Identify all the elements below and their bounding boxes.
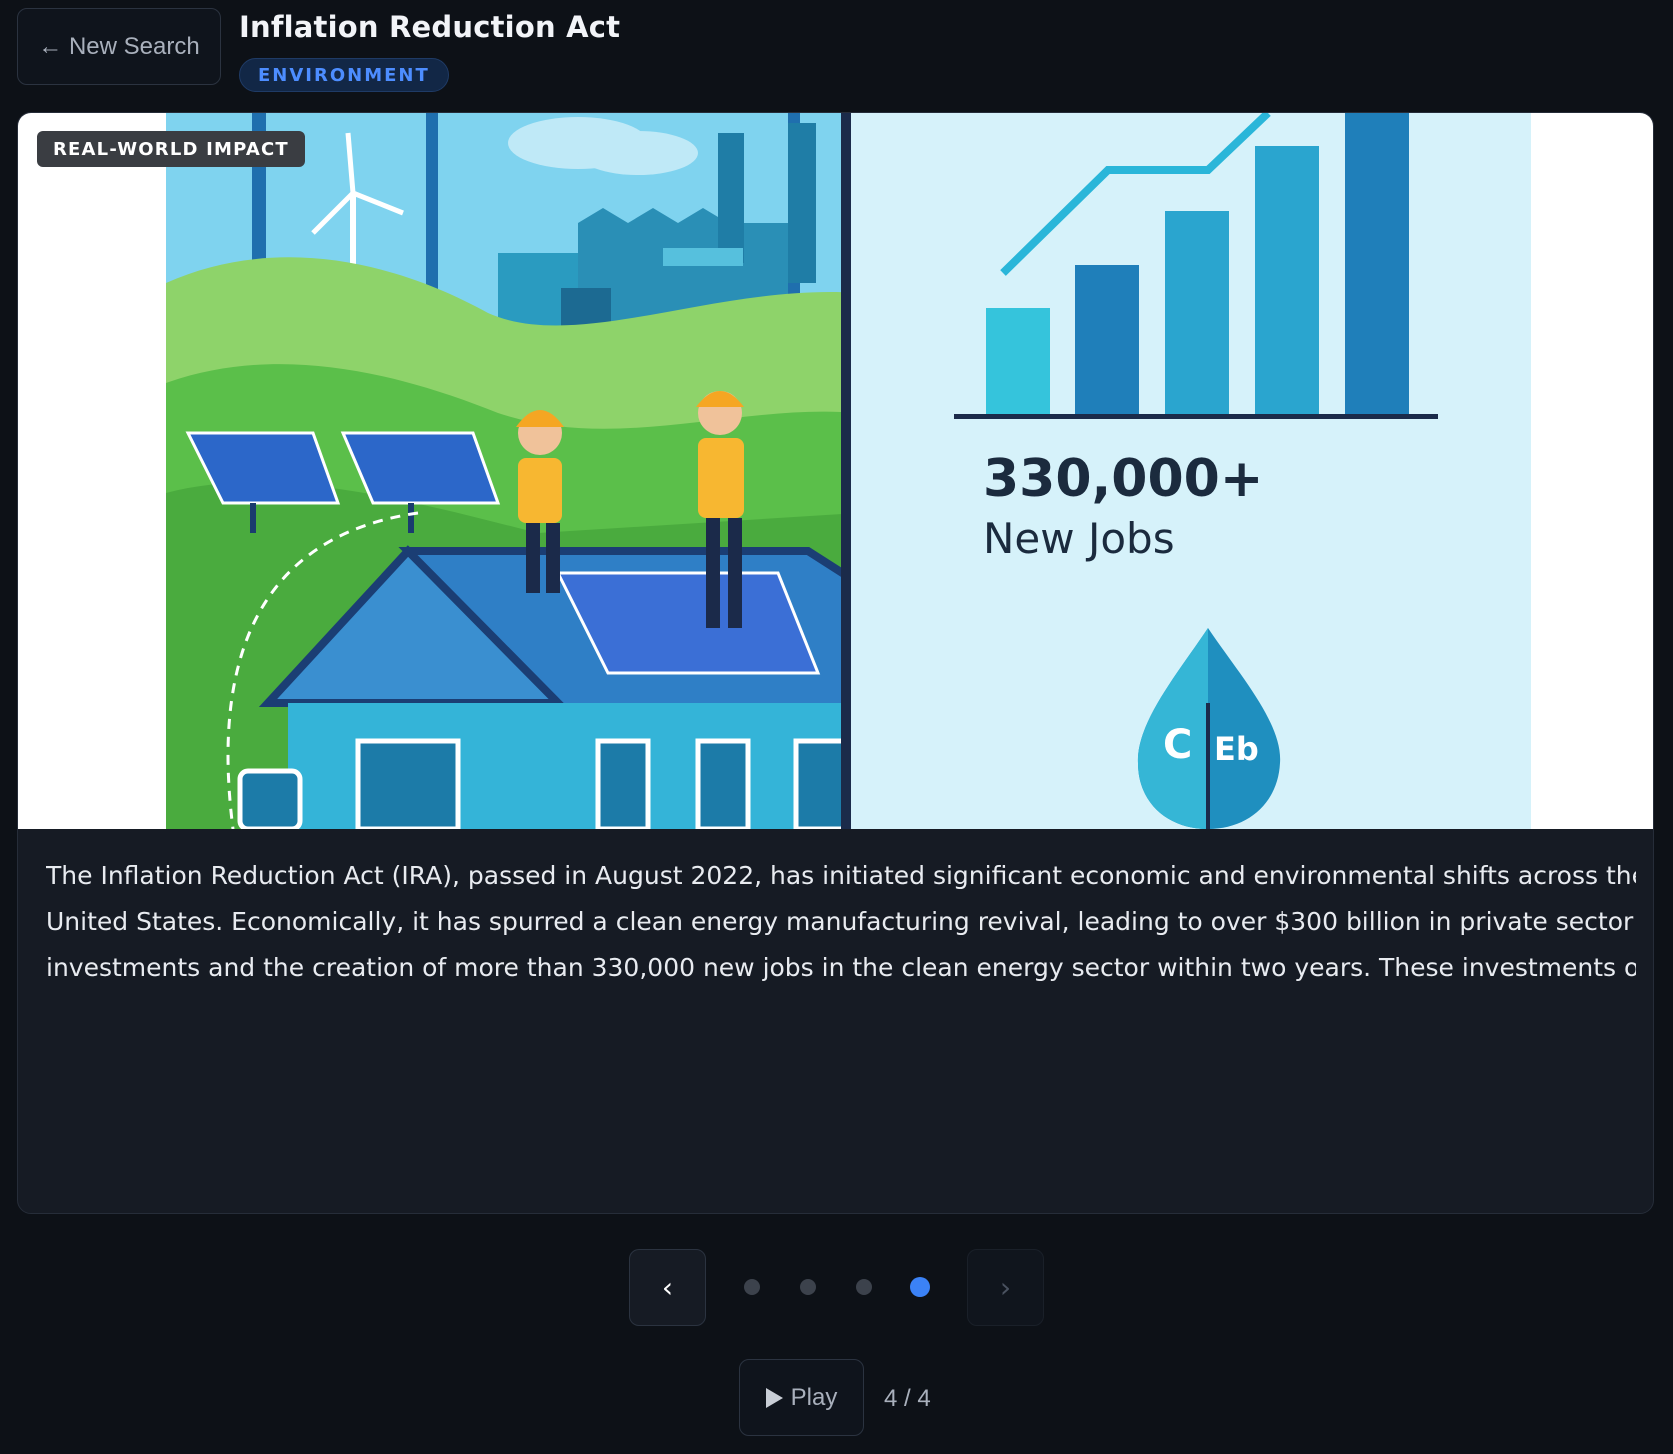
- slide-text-line: investments and the creation of more tha…: [46, 953, 1636, 982]
- next-slide-button[interactable]: ›: [967, 1249, 1044, 1326]
- slide-counter: 4 / 4: [884, 1385, 931, 1412]
- stat-value: 330,000+: [983, 449, 1263, 509]
- slide-badge: REAL-WORLD IMPACT: [37, 131, 305, 167]
- new-search-button[interactable]: ← New Search: [17, 8, 221, 85]
- slide-card: 330,000+ New Jobs C Eb REAL-WORLD IMPACT…: [17, 112, 1654, 1214]
- category-badge: ENVIRONMENT: [239, 58, 449, 92]
- slide-illustration: 330,000+ New Jobs C Eb REAL-WORLD IMPACT: [18, 113, 1653, 829]
- slide-text-line: The Inflation Reduction Act (IRA), passe…: [46, 861, 1636, 890]
- stat-label: New Jobs: [983, 514, 1175, 563]
- play-button[interactable]: Play: [739, 1359, 864, 1436]
- slide-dot-2[interactable]: [800, 1279, 816, 1295]
- slide-text-line: United States. Economically, it has spur…: [46, 907, 1634, 936]
- previous-slide-button[interactable]: ‹: [629, 1249, 706, 1326]
- page-title: Inflation Reduction Act: [239, 10, 621, 44]
- slide-dot-1[interactable]: [744, 1279, 760, 1295]
- leaf-text-left: C: [1163, 722, 1192, 768]
- slide-dot-4[interactable]: [910, 1277, 930, 1297]
- play-label: Play: [790, 1383, 838, 1411]
- slide-text: The Inflation Reduction Act (IRA), passe…: [46, 853, 1636, 1003]
- play-icon: [765, 1387, 783, 1408]
- slide-dot-3[interactable]: [856, 1279, 872, 1295]
- leaf-text-right: Eb: [1214, 730, 1259, 768]
